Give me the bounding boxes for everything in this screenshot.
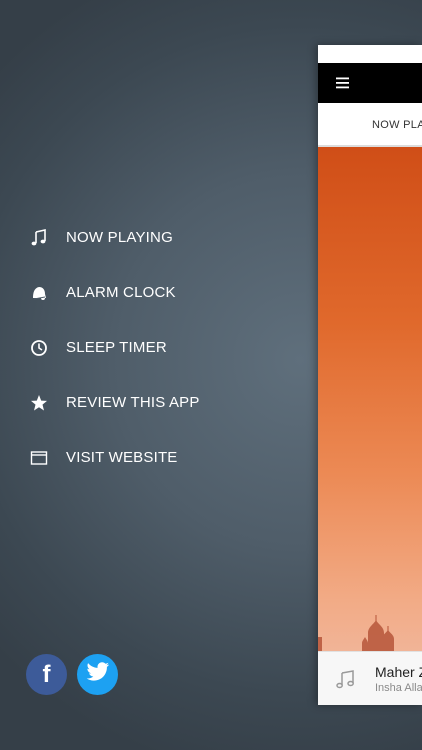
mini-player[interactable]: Maher Z Insha Alla bbox=[318, 651, 422, 705]
track-artist: Insha Alla bbox=[375, 682, 422, 694]
social-links: f bbox=[26, 654, 118, 695]
menu-item-label: ALARM CLOCK bbox=[66, 284, 176, 301]
tab-bar: NOW PLA bbox=[318, 103, 422, 147]
menu-item-alarm-clock[interactable]: ALARM CLOCK bbox=[0, 265, 300, 320]
menu-item-visit-website[interactable]: VISIT WEBSITE bbox=[0, 430, 300, 485]
menu-item-label: SLEEP TIMER bbox=[66, 339, 167, 356]
track-title: Maher Z bbox=[375, 664, 422, 680]
star-icon bbox=[29, 393, 49, 413]
app-content-panel[interactable]: NOW PLA Maher Z Insha Alla bbox=[318, 45, 422, 705]
menu-item-label: REVIEW THIS APP bbox=[66, 394, 200, 411]
album-artwork bbox=[318, 147, 422, 651]
menu-item-now-playing[interactable]: NOW PLAYING bbox=[0, 210, 300, 265]
menu-item-label: NOW PLAYING bbox=[66, 229, 173, 246]
menu-item-review-this-app[interactable]: REVIEW THIS APP bbox=[0, 375, 300, 430]
menu-item-label: VISIT WEBSITE bbox=[66, 449, 178, 466]
clock-icon bbox=[29, 338, 49, 358]
twitter-bird-icon bbox=[86, 662, 110, 687]
alarm-bell-icon bbox=[29, 283, 49, 303]
facebook-button[interactable]: f bbox=[26, 654, 67, 695]
app-navbar bbox=[318, 63, 422, 103]
mosque-silhouette bbox=[318, 615, 394, 651]
music-note-icon bbox=[29, 228, 49, 248]
side-menu: NOW PLAYING ALARM CLOCK SLEEP TIMER REVI… bbox=[0, 210, 300, 485]
twitter-button[interactable] bbox=[77, 654, 118, 695]
facebook-icon: f bbox=[42, 660, 51, 688]
music-note-icon bbox=[334, 668, 356, 695]
tab-now-playing[interactable]: NOW PLA bbox=[372, 119, 422, 131]
menu-item-sleep-timer[interactable]: SLEEP TIMER bbox=[0, 320, 300, 375]
browser-window-icon bbox=[29, 448, 49, 468]
hamburger-menu-icon[interactable] bbox=[336, 76, 350, 90]
